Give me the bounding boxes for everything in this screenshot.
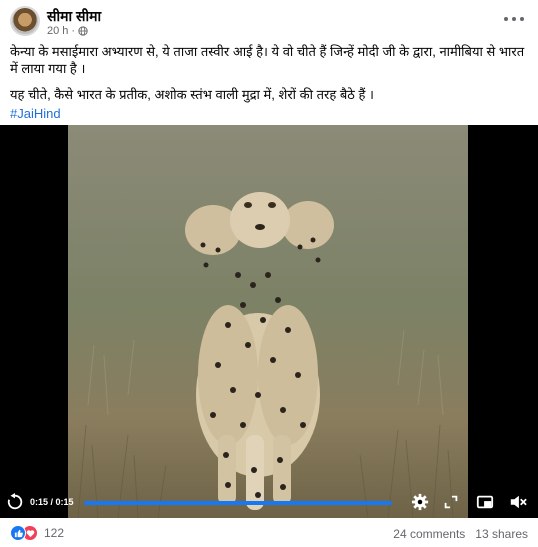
hashtag-link[interactable]: #JaiHind (10, 105, 530, 122)
cheetah-image (77, 192, 454, 518)
author-avatar[interactable] (10, 6, 40, 36)
video-controls: 0:15 / 0:15 (0, 488, 538, 518)
shares-count-link[interactable]: 13 shares (475, 527, 528, 541)
fullscreen-icon[interactable] (442, 493, 460, 511)
globe-icon (78, 26, 88, 36)
video-frame-cheetahs[interactable] (68, 125, 468, 518)
video-progress-bar[interactable] (84, 501, 392, 505)
like-reaction-icon (10, 525, 26, 541)
facebook-post: सीमा सीमा 20 h · केन्या के मसाईमारा अभ्य… (0, 0, 538, 547)
video-time: 0:15 / 0:15 (30, 497, 74, 507)
reaction-count: 122 (44, 526, 65, 540)
post-footer: 122 24 comments 13 shares (0, 518, 538, 547)
post-text: केन्या के मसाईमारा अभ्यारण से, ये ताजा त… (10, 43, 530, 122)
author-name[interactable]: सीमा सीमा (47, 7, 101, 26)
settings-icon[interactable] (411, 493, 429, 511)
post-text-line1: केन्या के मसाईमारा अभ्यारण से, ये ताजा त… (10, 44, 525, 76)
post-time[interactable]: 20 h (47, 25, 68, 37)
post-text-line2: यह चीते, कैसे भारत के प्रतीक, अशोक स्तंभ… (10, 87, 374, 102)
replay-icon[interactable] (6, 493, 24, 511)
reactions-summary[interactable]: 122 (10, 525, 64, 541)
post-meta: 20 h · (47, 25, 88, 37)
volume-muted-icon[interactable] (509, 493, 527, 511)
meta-separator: · (71, 25, 76, 37)
post-header: सीमा सीमा 20 h · (0, 0, 538, 42)
more-options-icon[interactable] (504, 12, 524, 26)
comments-count-link[interactable]: 24 comments (393, 527, 465, 541)
miniplayer-icon[interactable] (476, 493, 494, 511)
video-player[interactable]: 0:15 / 0:15 (0, 125, 538, 518)
video-progress-fill (84, 501, 392, 505)
engagement-stats: 24 comments 13 shares (393, 527, 528, 541)
